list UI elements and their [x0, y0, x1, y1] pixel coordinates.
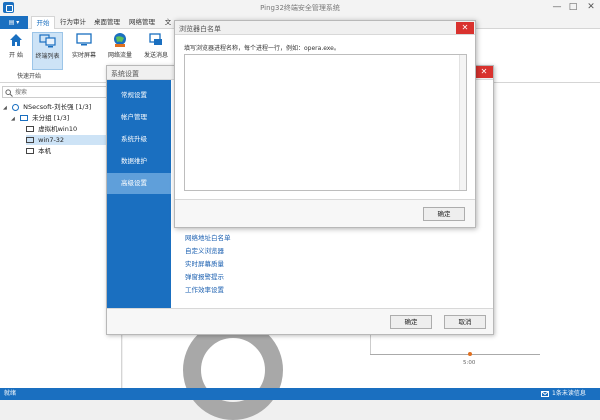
settings-nav-advanced[interactable]: 高级设置 [107, 173, 171, 194]
home-button[interactable]: 开 始 [3, 32, 29, 70]
terminal-tree-panel: ◢ NSecsoft-刘长强 [1/3] ◢ 未分组 [1/3] 虚拟机win1… [0, 83, 122, 388]
group-icon [20, 115, 29, 121]
tab-document[interactable]: 文 [162, 16, 174, 29]
maximize-button[interactable]: □ [566, 1, 580, 14]
title-bar: Ping32终端安全管理系统 — □ ✕ [0, 0, 600, 16]
donut-chart [183, 320, 283, 420]
link-custom-browser[interactable]: 自定义浏览器 [185, 245, 224, 255]
mail-icon [541, 391, 549, 397]
settings-footer: 确定 取消 [107, 308, 493, 334]
tab-behavior-audit[interactable]: 行为审计 [57, 16, 89, 29]
whitelist-ok-button[interactable]: 确定 [423, 207, 465, 221]
terminal-list-label: 终端列表 [35, 53, 60, 60]
tree-node-label: win7-32 [38, 136, 65, 144]
tab-network-management[interactable]: 网络管理 [126, 16, 158, 29]
tab-start[interactable]: 开始 [31, 16, 55, 29]
chart-tick-label: 5:00 [463, 360, 476, 366]
search-box [2, 86, 120, 98]
tree-node-label: 虚拟机win10 [38, 125, 78, 133]
whitelist-titlebar: 浏览器白名单 ✕ [175, 21, 475, 35]
send-message-icon [149, 33, 162, 45]
minimize-button[interactable]: — [550, 1, 564, 14]
realtime-screen-label: 实时屏幕 [71, 52, 96, 59]
computer-icon [26, 148, 34, 154]
home-icon [10, 34, 22, 46]
whitelist-textarea[interactable] [184, 54, 467, 191]
settings-ok-button[interactable]: 确定 [390, 315, 432, 329]
app-title: Ping32终端安全管理系统 [260, 4, 340, 12]
whitelist-close-button[interactable]: ✕ [456, 22, 474, 34]
close-icon: ✕ [461, 23, 469, 32]
browser-whitelist-dialog: 浏览器白名单 ✕ 填写浏览器进程名称，每个进程一行，例如：opera.exe。 … [174, 20, 476, 228]
network-icon [12, 103, 20, 111]
terminal-list-button[interactable]: 终端列表 [32, 32, 63, 70]
terminal-list-icon [38, 34, 56, 48]
link-network-whitelist[interactable]: 网络地址白名单 [185, 232, 231, 242]
settings-nav-accounts[interactable]: 帐户管理 [107, 107, 171, 128]
settings-close-button[interactable]: ✕ [475, 66, 493, 78]
tree-node-vm-win10[interactable]: 虚拟机win10 [26, 124, 77, 134]
chart-axis-x [370, 354, 540, 355]
close-icon: ✕ [480, 67, 488, 76]
settings-nav-data-maintenance[interactable]: 数据维护 [107, 151, 171, 172]
computer-icon [26, 137, 34, 143]
tree-node-root[interactable]: ◢ NSecsoft-刘长强 [1/3] [3, 102, 91, 112]
status-text: 就绪 [4, 390, 17, 397]
home-button-label: 开 始 [9, 52, 23, 59]
link-popup-alert[interactable]: 弹窗报警提示 [185, 271, 224, 281]
status-bar: 就绪 1条未读信息 [0, 388, 600, 400]
monitor-icon [76, 33, 92, 46]
tab-desktop-management[interactable]: 桌面管理 [91, 16, 123, 29]
realtime-screen-button[interactable]: 实时屏幕 [67, 32, 101, 70]
settings-nav-upgrade[interactable]: 系统升级 [107, 129, 171, 150]
whitelist-scrollbar[interactable] [459, 55, 466, 190]
link-screen-quality[interactable]: 实时屏幕质量 [185, 258, 224, 268]
tree-node-label: 未分组 [1/3] [32, 114, 70, 122]
link-work-efficiency[interactable]: 工作效率设置 [185, 284, 224, 294]
send-message-label: 发送消息 [143, 52, 168, 59]
settings-title: 系统设置 [111, 70, 139, 78]
whitelist-hint: 填写浏览器进程名称，每个进程一行，例如：opera.exe。 [184, 45, 340, 52]
whitelist-footer: 确定 [175, 199, 475, 227]
file-menu-button[interactable]: ▤ ▾ [0, 16, 28, 29]
whitelist-title: 浏览器白名单 [179, 25, 221, 33]
network-traffic-label: 网络流量 [107, 52, 132, 59]
unread-messages[interactable]: 1条未读信息 [552, 388, 586, 400]
search-input[interactable] [15, 88, 115, 97]
ribbon-group-label: 快速开始 [16, 73, 41, 80]
tree-node-label: NSecsoft-刘长强 [1/3] [23, 103, 92, 111]
tree-node-ungrouped[interactable]: ◢ 未分组 [1/3] [11, 113, 69, 123]
chart-point [468, 352, 472, 356]
tree-node-localhost[interactable]: 本机 [26, 146, 51, 156]
computer-icon [26, 126, 34, 132]
network-traffic-icon [114, 33, 126, 47]
settings-nav-general[interactable]: 常规设置 [107, 85, 171, 106]
close-button[interactable]: ✕ [584, 1, 598, 14]
settings-cancel-button[interactable]: 取消 [444, 315, 486, 329]
tree-expand-icon[interactable]: ◢ [3, 103, 10, 113]
settings-nav: 常规设置 帐户管理 系统升级 数据维护 高级设置 [107, 80, 171, 308]
search-icon [5, 89, 13, 97]
tree-node-label: 本机 [38, 147, 52, 155]
tree-expand-icon[interactable]: ◢ [11, 114, 18, 124]
